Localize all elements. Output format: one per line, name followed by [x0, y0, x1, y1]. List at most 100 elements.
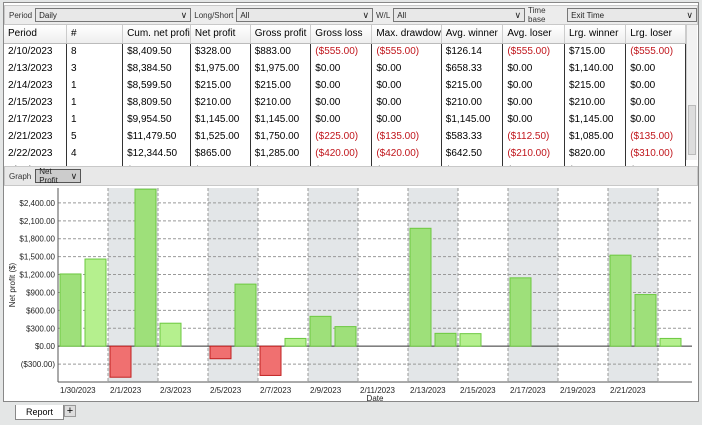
period-label: Period	[9, 10, 33, 20]
table-cell: 4	[66, 145, 124, 162]
table-cell: $0.00	[371, 94, 442, 111]
table-row[interactable]: 2/17/2023 1 $9,954.50 $1,145.00 $1,145.00 $0.…	[4, 111, 686, 128]
timebase-select[interactable]: Exit Time ∨	[567, 8, 697, 22]
bar	[434, 332, 457, 347]
bar	[509, 277, 532, 347]
longshort-select[interactable]: All ∨	[236, 8, 374, 22]
y-tick-label: $900.00	[26, 288, 55, 297]
table-cell: $12,344.50	[122, 145, 191, 162]
longshort-label: Long/Short	[194, 10, 234, 20]
table-row[interactable]: 2/21/2023 5 $11,479.50 $1,525.00 $1,750.00 ($…	[4, 128, 686, 145]
table-cell: $0.00	[502, 77, 565, 94]
x-tick-label: 2/21/2023	[610, 386, 646, 395]
table-cell: 2/13/2023	[4, 60, 68, 77]
table-cell: 1	[66, 111, 124, 128]
bar	[259, 345, 282, 376]
add-tab-button[interactable]: +	[64, 405, 77, 417]
table-cell: $328.00	[190, 43, 251, 60]
column-header[interactable]: Lrg. loser	[625, 25, 686, 44]
filter-bar: Period Daily ∨ Long/Short All ∨ W/L All ∨ T…	[4, 5, 698, 25]
column-header[interactable]: Lrg. winner	[564, 25, 627, 44]
column-header[interactable]: Avg. loser	[502, 25, 565, 44]
chevron-down-icon: ∨	[514, 9, 522, 20]
graph-label: Graph	[9, 171, 32, 181]
table-cell: $658.33	[441, 60, 504, 77]
x-tick-label: 1/30/2023	[60, 386, 96, 395]
table-cell: ($135.00)	[625, 128, 686, 145]
table-cell: $8,409.50	[122, 43, 191, 60]
x-tick-label: 2/15/2023	[460, 386, 496, 395]
y-tick-label: $1,500.00	[19, 253, 55, 262]
table-cell: 2/10/2023	[4, 43, 68, 60]
table-cell: 1	[66, 94, 124, 111]
chevron-down-icon: ∨	[362, 9, 370, 20]
column-header[interactable]: Net profit	[190, 25, 251, 44]
table-cell: $215.00	[564, 77, 627, 94]
table-row[interactable]: 2/13/2023 3 $8,384.50 $1,975.00 $1,975.00 $0.…	[4, 60, 686, 77]
table-cell: $126.14	[441, 43, 504, 60]
chevron-down-icon: ∨	[70, 170, 78, 181]
wl-label: W/L	[376, 10, 391, 20]
table-row[interactable]: 2/14/2023 1 $8,599.50 $215.00 $215.00 $0.00 $0…	[4, 77, 686, 94]
table-cell: $0.00	[625, 77, 686, 94]
table-cell: $0.00	[310, 77, 373, 94]
table-cell: $210.00	[250, 94, 312, 111]
y-tick-label: $0.00	[35, 342, 56, 351]
timebase-value: Exit Time	[571, 10, 605, 20]
x-tick-label: 2/5/2023	[210, 386, 242, 395]
wl-select[interactable]: All ∨	[393, 8, 526, 22]
y-tick-label: $2,400.00	[19, 199, 55, 208]
column-header[interactable]: Period	[4, 25, 68, 44]
scrollbar-thumb[interactable]	[688, 105, 696, 155]
table-cell: $820.00	[564, 145, 627, 162]
table-cell: $583.33	[441, 128, 504, 145]
graph-type-select[interactable]: Net Profit ∨	[35, 167, 82, 185]
bar	[659, 337, 682, 347]
table-cell: $11,479.50	[122, 128, 191, 145]
table-cell: $1,145.00	[441, 111, 504, 128]
x-tick-label: 2/9/2023	[310, 386, 342, 395]
table-cell: $0.00	[625, 94, 686, 111]
table-cell: 2/14/2023	[4, 77, 68, 94]
bar	[234, 283, 257, 347]
table-row[interactable]: 2/22/2023 4 $12,344.50 $865.00 $1,285.00 ($42…	[4, 145, 686, 162]
table-cell: ($555.00)	[625, 43, 686, 60]
table-cell: $1,285.00	[250, 145, 312, 162]
column-header[interactable]: Gross loss	[310, 25, 373, 44]
weekday-band	[308, 188, 358, 382]
table-cell: 2/17/2023	[4, 111, 68, 128]
bar	[409, 227, 432, 347]
graph-toolbar: Graph Net Profit ∨	[4, 166, 698, 186]
x-tick-label: 2/3/2023	[160, 386, 192, 395]
tab-report[interactable]: Report	[15, 405, 65, 420]
table-cell: ($555.00)	[371, 43, 442, 60]
table-cell: $1,750.00	[250, 128, 312, 145]
column-header[interactable]: Avg. winner	[441, 25, 504, 44]
y-tick-label: $1,200.00	[19, 271, 55, 280]
table-cell: ($135.00)	[371, 128, 442, 145]
column-header[interactable]: Cum. net profi	[122, 25, 191, 44]
table-cell: 2/22/2023	[4, 145, 68, 162]
table-cell: $0.00	[502, 94, 565, 111]
column-header[interactable]: Gross profit	[250, 25, 312, 44]
bar	[84, 258, 107, 347]
bar	[109, 345, 132, 378]
table-cell: 2/21/2023	[4, 128, 68, 145]
table-cell: $1,145.00	[250, 111, 312, 128]
bar	[159, 322, 182, 347]
bar	[334, 326, 357, 347]
column-header[interactable]: Max. drawdow	[371, 25, 442, 44]
period-select[interactable]: Daily ∨	[35, 8, 192, 22]
x-tick-label: 2/13/2023	[410, 386, 446, 395]
table-row[interactable]: 2/15/2023 1 $8,809.50 $210.00 $210.00 $0.00 $0…	[4, 94, 686, 111]
chevron-down-icon: ∨	[180, 9, 188, 20]
table-cell: $210.00	[190, 94, 251, 111]
table-row[interactable]: 2/10/2023 8 $8,409.50 $328.00 $883.00 ($555.0…	[4, 43, 686, 60]
table-scrollbar[interactable]	[686, 25, 697, 160]
table-cell: ($112.50)	[502, 128, 565, 145]
bar	[634, 294, 657, 347]
table-cell: $1,975.00	[190, 60, 251, 77]
column-header[interactable]: #	[66, 25, 124, 44]
table-cell: 3	[66, 60, 124, 77]
table-cell: $215.00	[250, 77, 312, 94]
